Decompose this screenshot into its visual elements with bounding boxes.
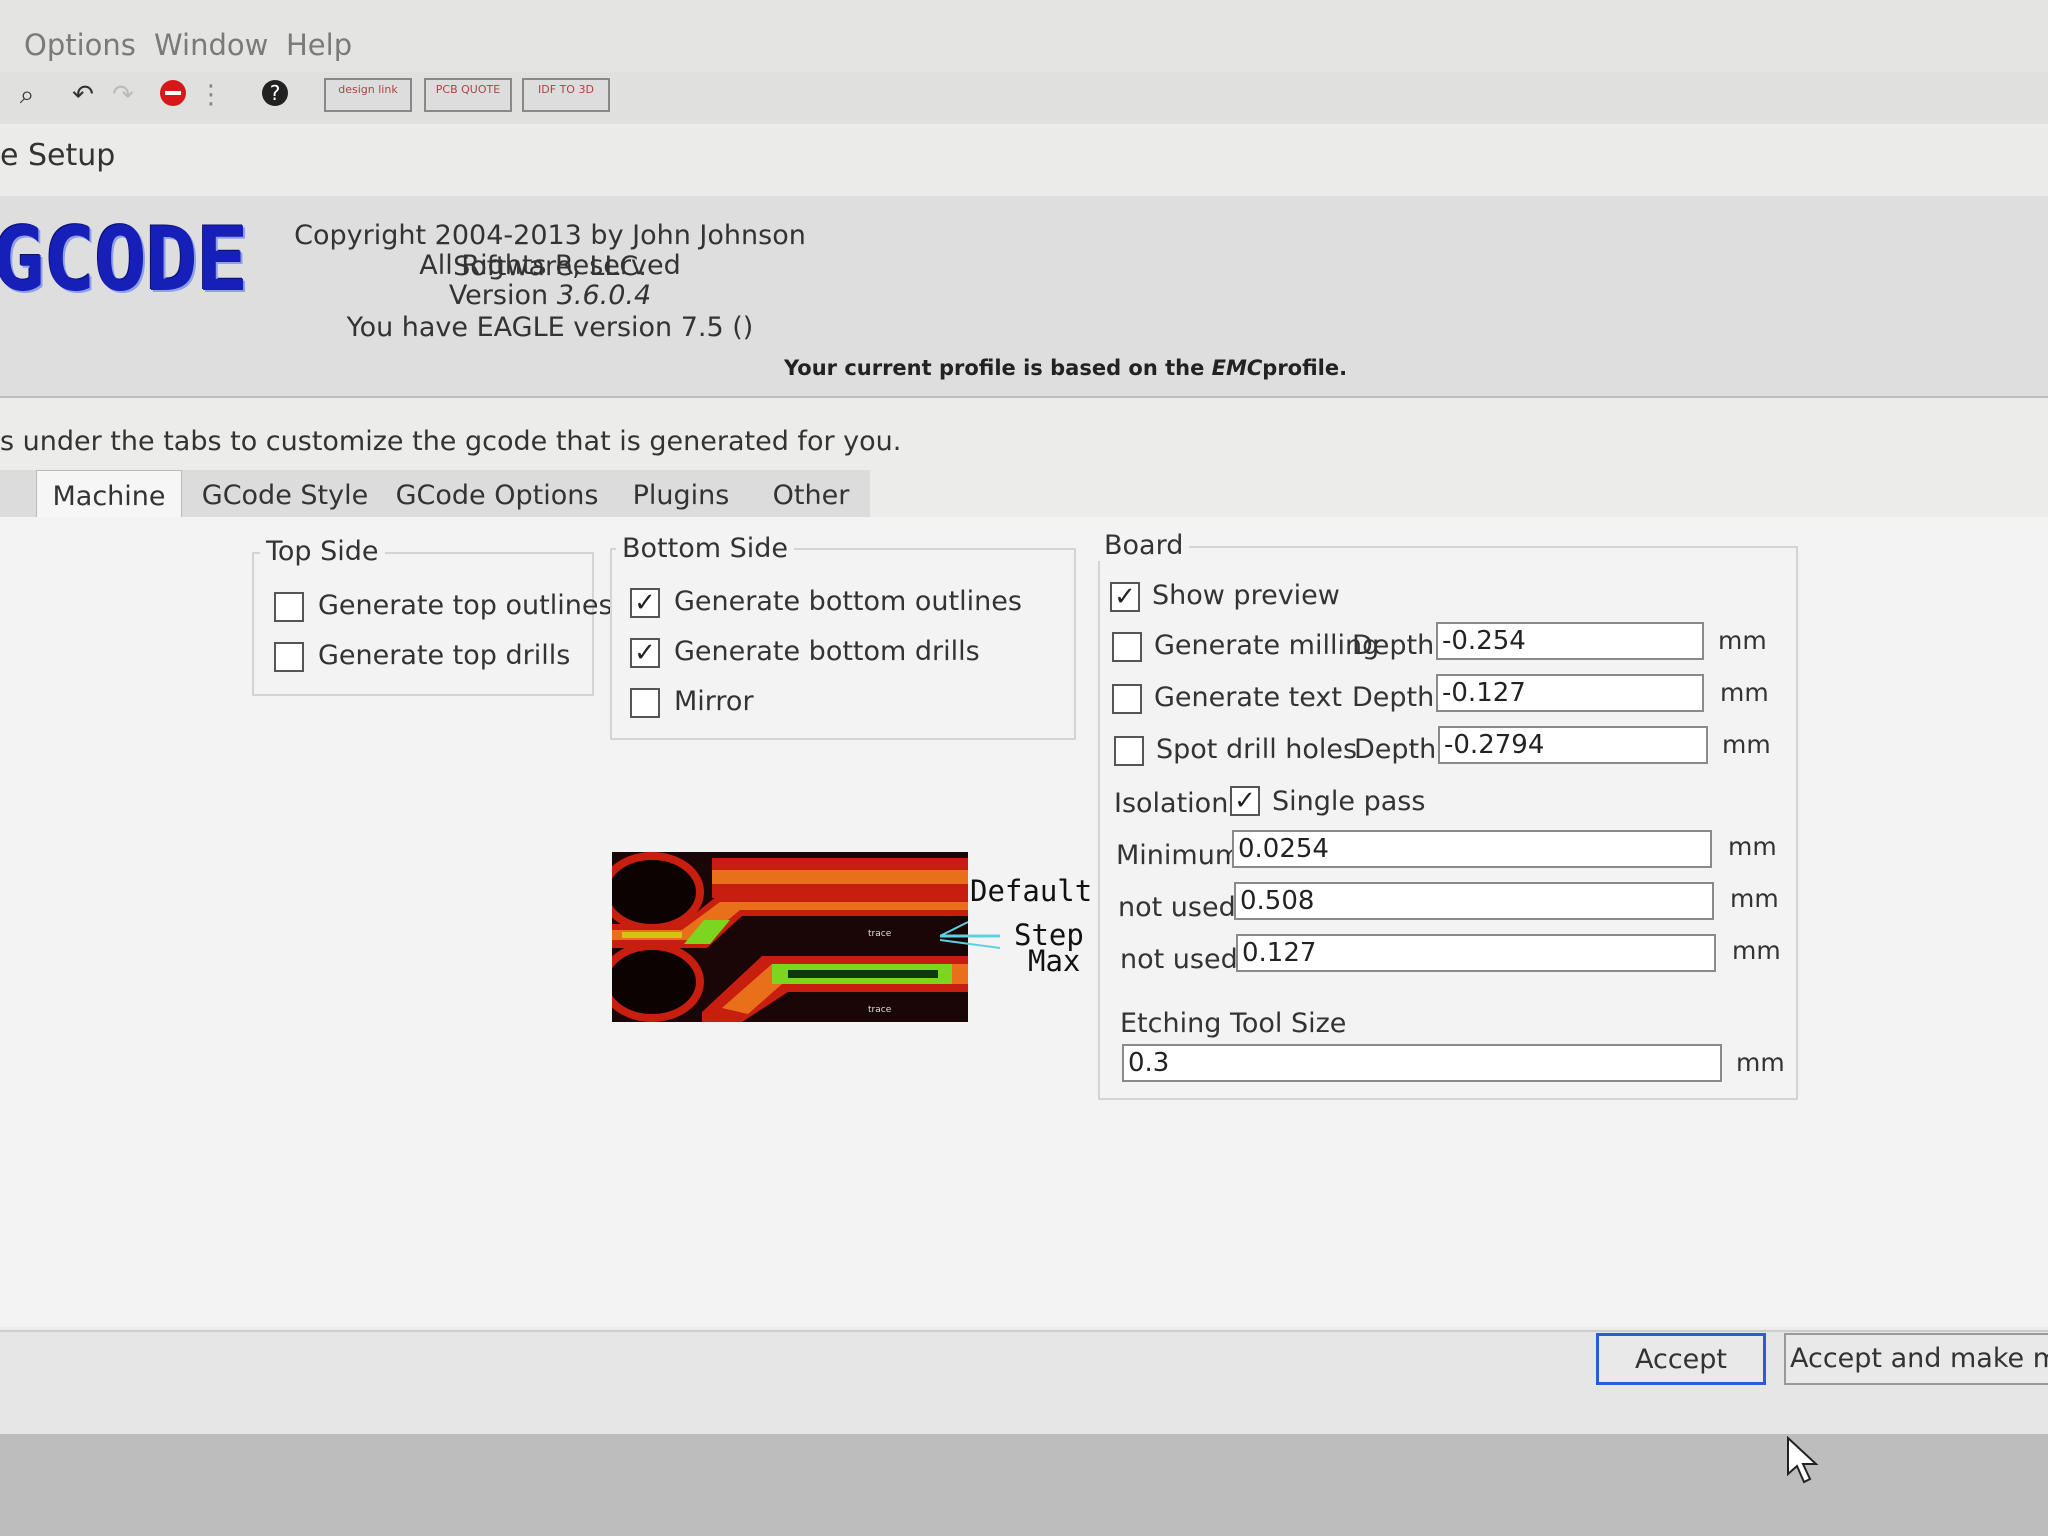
- not-used-2-unit: mm: [1732, 936, 1781, 965]
- idf-3d-button[interactable]: IDF TO 3D: [522, 78, 610, 112]
- profile-text: Your current profile is based on the EMC…: [784, 356, 1347, 380]
- legend-max: Max: [1028, 944, 1081, 978]
- menu-window[interactable]: Window: [154, 28, 268, 62]
- minimum-unit: mm: [1728, 832, 1777, 861]
- version-label: Version: [448, 280, 549, 311]
- undo-icon[interactable]: ↶: [66, 78, 100, 112]
- isolation-preview-image: trace trace: [612, 852, 968, 1022]
- profile-prefix: Your current profile is based on the: [784, 356, 1205, 380]
- pcb-quote-button[interactable]: PCB QUOTE: [424, 78, 512, 112]
- instructions-text: s under the tabs to customize the gcode …: [0, 426, 902, 457]
- milling-depth-unit: mm: [1718, 626, 1767, 655]
- isolation-label: Isolation: [1114, 788, 1229, 819]
- not-used-1-label: not used: [1118, 892, 1236, 923]
- toolbar: [0, 72, 2048, 127]
- legend-default: Default: [970, 874, 1093, 908]
- tab-machine[interactable]: Machine: [36, 470, 182, 519]
- tab-other[interactable]: Other: [756, 470, 866, 518]
- svg-text:?: ?: [270, 81, 281, 105]
- generate-text-checkbox[interactable]: [1112, 684, 1142, 714]
- generate-milling-label: Generate milling: [1154, 630, 1380, 661]
- tab-gcode-style[interactable]: GCode Style: [190, 470, 380, 518]
- generate-milling-checkbox[interactable]: [1112, 632, 1142, 662]
- profile-name: EMC: [1211, 356, 1263, 380]
- top-outlines-label: Generate top outlines: [318, 590, 613, 621]
- eagle-version-text: You have EAGLE version 7.5 (): [346, 312, 754, 343]
- minimum-input[interactable]: 0.0254: [1232, 830, 1712, 868]
- spot-drill-label: Spot drill holes: [1156, 734, 1358, 765]
- dialog-title: e Setup: [0, 138, 116, 173]
- mouse-cursor-icon: [1787, 1436, 1819, 1484]
- dots-icon[interactable]: ⋮: [194, 78, 228, 112]
- board-label: Board: [1098, 530, 1190, 561]
- legend-pointer-lines: [940, 921, 1000, 949]
- menu-help[interactable]: Help: [286, 28, 352, 62]
- milling-depth-label: Depth: [1352, 630, 1435, 661]
- window-bottom-edge: [0, 1434, 2048, 1536]
- redo-icon[interactable]: ↷: [106, 78, 140, 112]
- stop-icon[interactable]: [156, 78, 190, 112]
- zoom-icon[interactable]: ⌕: [10, 78, 44, 112]
- show-preview-label: Show preview: [1152, 580, 1340, 611]
- mirror-checkbox[interactable]: [630, 688, 660, 718]
- spot-depth-label: Depth: [1354, 734, 1437, 765]
- single-pass-label: Single pass: [1272, 786, 1426, 817]
- single-pass-checkbox[interactable]: ✓: [1230, 786, 1260, 816]
- not-used-1-unit: mm: [1730, 884, 1779, 913]
- spot-depth-unit: mm: [1722, 730, 1771, 759]
- top-side-label: Top Side: [260, 536, 385, 567]
- milling-depth-input[interactable]: -0.254: [1436, 622, 1704, 660]
- trace-label-top: trace: [868, 929, 892, 939]
- mirror-label: Mirror: [674, 686, 754, 717]
- show-preview-checkbox[interactable]: ✓: [1110, 582, 1140, 612]
- top-outlines-checkbox[interactable]: [274, 592, 304, 622]
- profile-suffix: profile.: [1262, 356, 1348, 380]
- accept-button[interactable]: Accept: [1596, 1333, 1766, 1385]
- version-line: Version 3.6.0.4: [240, 280, 860, 311]
- minimum-label: Minimum: [1116, 840, 1242, 871]
- text-depth-label: Depth: [1352, 682, 1435, 713]
- bottom-side-label: Bottom Side: [616, 533, 795, 564]
- rights-text: All Rights Reserved: [419, 250, 681, 281]
- etching-tool-size-input[interactable]: 0.3: [1122, 1044, 1722, 1082]
- text-depth-unit: mm: [1720, 678, 1769, 707]
- spot-depth-input[interactable]: -0.2794: [1438, 726, 1708, 764]
- menu-options[interactable]: Options: [24, 28, 136, 62]
- tab-gcode-options[interactable]: GCode Options: [392, 470, 602, 518]
- spot-drill-checkbox[interactable]: [1114, 736, 1144, 766]
- text-depth-input[interactable]: -0.127: [1436, 674, 1704, 712]
- top-drills-checkbox[interactable]: [274, 642, 304, 672]
- top-side-group: [252, 552, 594, 696]
- etching-tool-size-unit: mm: [1736, 1048, 1785, 1077]
- not-used-2-input[interactable]: 0.127: [1236, 934, 1716, 972]
- etching-tool-size-label: Etching Tool Size: [1120, 1008, 1347, 1039]
- tab-plugins[interactable]: Plugins: [614, 470, 748, 518]
- not-used-2-label: not used: [1120, 944, 1238, 975]
- design-link-button[interactable]: design link: [324, 78, 412, 112]
- version-number: 3.6.0.4: [556, 280, 652, 311]
- gcode-logo: GCODE: [0, 208, 249, 311]
- bottom-outlines-checkbox[interactable]: ✓: [630, 588, 660, 618]
- bottom-drills-label: Generate bottom drills: [674, 636, 980, 667]
- help-icon[interactable]: ?: [258, 78, 292, 112]
- trace-label-bottom: trace: [868, 1005, 892, 1015]
- accept-and-make-button[interactable]: Accept and make my bo: [1784, 1333, 2048, 1385]
- bottom-drills-checkbox[interactable]: ✓: [630, 638, 660, 668]
- not-used-1-input[interactable]: 0.508: [1234, 882, 1714, 920]
- dialog-titlebar: [0, 124, 2048, 196]
- generate-text-label: Generate text: [1154, 682, 1342, 713]
- top-drills-label: Generate top drills: [318, 640, 571, 671]
- bottom-outlines-label: Generate bottom outlines: [674, 586, 1022, 617]
